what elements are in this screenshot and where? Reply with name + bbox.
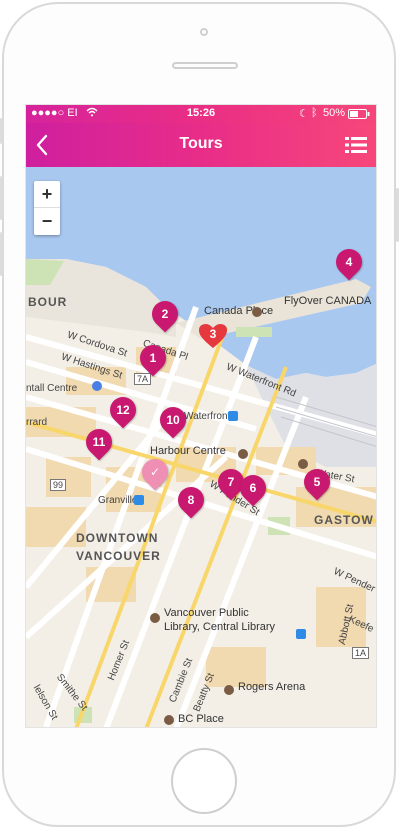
zoom-control: + − xyxy=(34,181,60,235)
side-button-mute xyxy=(0,118,3,144)
map-label-rogers-arena: Rogers Arena xyxy=(238,681,306,693)
nav-bar: Tours xyxy=(26,123,376,167)
home-button[interactable] xyxy=(171,748,237,814)
tour-pin-number: 6 xyxy=(249,481,257,495)
tour-pin-3[interactable]: 3 xyxy=(198,323,228,349)
map-label-library-1: Vancouver Public xyxy=(164,607,249,619)
map-label-bc-place: BC Place xyxy=(178,713,224,725)
tour-pin-5[interactable]: 5 xyxy=(298,463,336,501)
check-icon: ✓ xyxy=(149,465,161,479)
tour-pin-number: 3 xyxy=(209,327,217,341)
zoom-out-button[interactable]: − xyxy=(34,208,60,234)
tour-pin-number: 1 xyxy=(149,351,157,365)
status-bar: ●●●●○ EI 15:26 ☾ ᛒ 50% xyxy=(26,105,376,123)
map-label-granville: Granville xyxy=(98,495,138,506)
visited-pin[interactable]: ✓ xyxy=(136,453,174,491)
side-button-volume-up xyxy=(0,176,3,220)
map-label-gastown: GASTOW xyxy=(314,513,374,527)
app-screen: ●●●●○ EI 15:26 ☾ ᛒ 50% Tours + − BOUR Ca… xyxy=(25,104,377,728)
map-label-waterfront: Waterfront xyxy=(184,411,231,422)
map-label-canada-place: Canada Place xyxy=(204,305,274,317)
tour-pin-number: 5 xyxy=(313,475,321,489)
page-title: Tours xyxy=(179,135,223,152)
bluetooth-icon: ᛒ xyxy=(311,107,318,119)
tour-pin-number: 8 xyxy=(187,493,195,507)
tour-pin-number: 11 xyxy=(92,435,106,449)
tour-pin-number: 12 xyxy=(116,403,130,417)
tour-pin-11[interactable]: 12 xyxy=(104,391,142,429)
map-label-flyover: FlyOver CANADA xyxy=(284,295,372,307)
shopping-bag-icon xyxy=(238,449,248,459)
map-label-vancouver: VANCOUVER xyxy=(76,549,161,563)
map-label-downtown: DOWNTOWN xyxy=(76,531,159,545)
tour-pin-number: 2 xyxy=(161,307,169,321)
shopping-bag-icon xyxy=(92,381,102,391)
battery-percent: 50% xyxy=(323,107,346,119)
stadium-icon xyxy=(164,715,174,725)
map-label-library-2: Library, Central Library xyxy=(164,621,276,633)
map-label-harbour: BOUR xyxy=(28,295,68,309)
front-camera xyxy=(200,28,208,36)
tour-map[interactable]: + − BOUR Canada Place FlyOver CANADA W C… xyxy=(26,167,376,727)
tour-pin-2[interactable]: 2 xyxy=(146,295,184,333)
tour-pin-12[interactable]: 11 xyxy=(80,423,118,461)
map-label-burrard: rrard xyxy=(26,417,48,428)
stadium-icon xyxy=(224,685,234,695)
map-label-harbour-centre: Harbour Centre xyxy=(150,445,226,457)
landmark-icon xyxy=(298,459,308,469)
list-icon xyxy=(345,137,367,153)
map-label-route-1a: 1A xyxy=(352,647,370,659)
transit-icon xyxy=(134,495,144,505)
map-label-route-99: 99 xyxy=(50,479,67,491)
tour-pin-8[interactable]: 8 xyxy=(172,481,210,519)
tour-pin-4[interactable]: 4 xyxy=(330,243,368,281)
transit-icon xyxy=(228,411,238,421)
map-label-route-7a: 7A xyxy=(134,373,152,385)
tour-pin-number: 10 xyxy=(166,413,180,427)
tour-pin-number: 4 xyxy=(345,255,353,269)
library-icon xyxy=(150,613,160,623)
speaker-grille xyxy=(172,62,238,69)
list-view-button[interactable] xyxy=(342,131,370,159)
moon-icon: ☾ xyxy=(299,108,309,120)
side-button-volume-down xyxy=(0,232,3,276)
tour-pin-6[interactable]: 6 xyxy=(234,469,272,507)
tour-pin-1[interactable]: 1 xyxy=(134,339,172,377)
tour-pin-10[interactable]: 10 xyxy=(154,401,192,439)
landmark-icon xyxy=(252,307,262,317)
zoom-in-button[interactable]: + xyxy=(34,181,60,208)
transit-icon xyxy=(296,629,306,639)
map-label-centre: ntall Centre xyxy=(26,383,78,394)
side-button-power xyxy=(396,188,399,242)
battery-icon xyxy=(348,109,370,122)
